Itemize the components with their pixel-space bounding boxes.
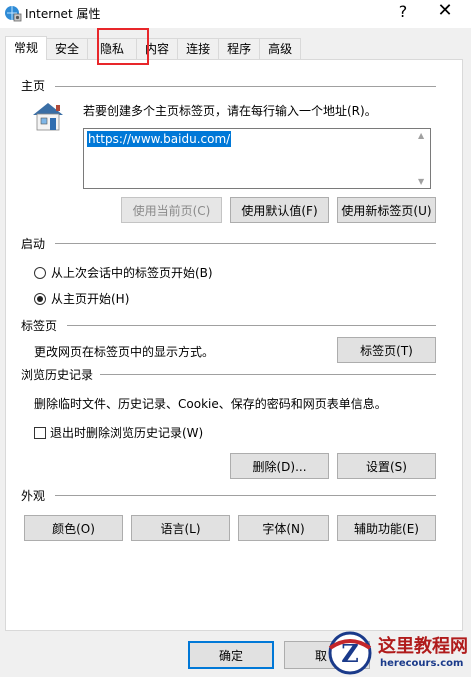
svg-text:Z: Z	[341, 639, 359, 668]
close-button[interactable]: ✕	[433, 0, 457, 21]
scroll-up-icon[interactable]: ▲	[418, 131, 424, 140]
radio-last-session-label: 从上次会话中的标签页开始(B)	[51, 266, 213, 280]
delete-on-exit-box[interactable]	[34, 426, 46, 439]
watermark-url: herecours.com	[380, 658, 464, 669]
tab-privacy[interactable]: 隐私	[87, 38, 138, 60]
delete-on-exit-label: 退出时删除浏览历史记录(W)	[50, 426, 204, 440]
radio-homepage-label: 从主页开始(H)	[51, 292, 130, 306]
tab-advanced[interactable]: 高级	[259, 38, 302, 60]
site-watermark: Z 这里教程网 herecours.com	[320, 628, 471, 677]
history-settings-button[interactable]: 设置(S)	[337, 453, 436, 479]
homepage-divider	[55, 86, 436, 87]
radio-homepage[interactable]: 从主页开始(H)	[34, 290, 129, 307]
tab-bar: 常规 安全 隐私 内容 连接 程序 高级	[5, 36, 302, 60]
history-description: 删除临时文件、历史记录、Cookie、保存的密码和网页表单信息。	[34, 397, 387, 411]
use-current-button[interactable]: 使用当前页(C)	[121, 197, 222, 223]
radio-homepage-circle[interactable]	[34, 292, 46, 305]
appearance-divider	[55, 495, 436, 496]
languages-button[interactable]: 语言(L)	[131, 515, 230, 541]
delete-on-exit-checkbox[interactable]: 退出时删除浏览历史记录(W)	[34, 424, 203, 441]
homepage-instruction: 若要创建多个主页标签页，请在每行输入一个地址(R)。	[83, 104, 377, 118]
accessibility-button[interactable]: 辅助功能(E)	[337, 515, 436, 541]
radio-last-session-circle[interactable]	[34, 266, 46, 279]
home-icon	[33, 103, 63, 131]
fonts-button[interactable]: 字体(N)	[238, 515, 329, 541]
help-button[interactable]: ?	[393, 2, 413, 21]
url-scrollbar[interactable]: ▲ ▼	[414, 129, 430, 188]
history-divider	[100, 374, 436, 375]
tabs-section-label: 标签页	[21, 319, 58, 333]
tabs-settings-button[interactable]: 标签页(T)	[337, 337, 436, 363]
ok-button[interactable]: 确定	[188, 641, 274, 669]
tab-content[interactable]: 内容	[136, 38, 179, 60]
watermark-title: 这里教程网	[378, 636, 468, 657]
tabs-description: 更改网页在标签页中的显示方式。	[34, 345, 215, 359]
homepage-url-field[interactable]: https://www.baidu.com/ ▲ ▼	[83, 128, 431, 189]
appearance-section-label: 外观	[21, 489, 46, 503]
scroll-down-icon[interactable]: ▼	[418, 177, 424, 186]
tab-security[interactable]: 安全	[46, 38, 89, 60]
delete-history-button[interactable]: 删除(D)...	[230, 453, 329, 479]
startup-section-label: 启动	[21, 237, 46, 251]
colors-button[interactable]: 颜色(O)	[24, 515, 123, 541]
title-bar: Internet 属性 ? ✕	[0, 0, 471, 28]
use-default-button[interactable]: 使用默认值(F)	[230, 197, 329, 223]
startup-divider	[55, 243, 436, 244]
homepage-section-label: 主页	[21, 79, 46, 93]
tab-programs[interactable]: 程序	[218, 38, 261, 60]
use-new-tab-button[interactable]: 使用新标签页(U)	[337, 197, 436, 223]
history-section-label: 浏览历史记录	[21, 368, 94, 382]
tab-general[interactable]: 常规	[5, 36, 48, 60]
tab-connections[interactable]: 连接	[177, 38, 220, 60]
radio-last-session[interactable]: 从上次会话中的标签页开始(B)	[34, 264, 213, 281]
window-title: Internet 属性	[25, 7, 101, 21]
internet-options-icon	[5, 6, 22, 22]
watermark-logo-icon: Z	[328, 631, 372, 675]
homepage-url-value: https://www.baidu.com/	[87, 131, 232, 147]
tabs-divider	[67, 325, 436, 326]
